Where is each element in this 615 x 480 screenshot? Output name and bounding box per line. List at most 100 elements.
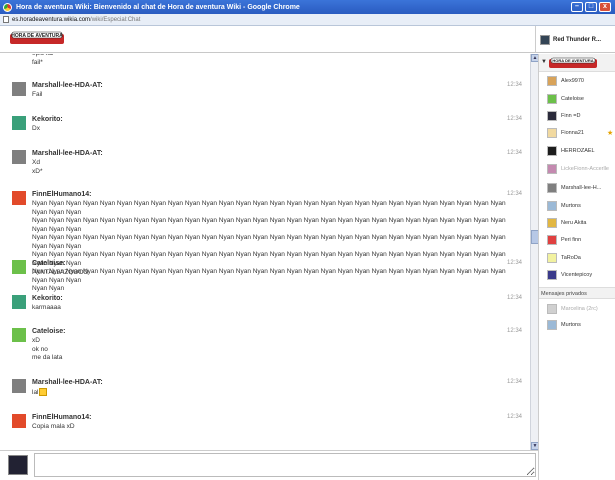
user-name: Murtons — [561, 203, 581, 209]
window-titlebar: Hora de aventura Wiki: Bienvenido al cha… — [0, 0, 615, 14]
message-nick[interactable]: FinnElHumano14: — [32, 414, 92, 421]
message-body: karmaaaa — [32, 304, 522, 313]
message-line: Nyan Nyan Nyan Nyan Nyan Nyan Nyan Nyan … — [32, 217, 506, 233]
user-avatar — [547, 253, 557, 263]
message-line: Dx — [32, 125, 40, 132]
user-name: Marcelina (2rc) — [561, 306, 598, 312]
message-body: Fail — [32, 91, 522, 100]
message-avatar[interactable] — [12, 295, 26, 309]
address-bar[interactable]: es.horadeaventura.wikia.com/wiki/Especia… — [0, 14, 615, 26]
user-avatar — [547, 76, 557, 86]
message-time: 12:34 — [506, 295, 522, 301]
room-logo-text: HORA DE AVENTURA — [552, 58, 593, 63]
message-avatar[interactable] — [12, 82, 26, 96]
message-avatar[interactable] — [12, 116, 26, 130]
user-name: Fionna21 — [561, 130, 584, 136]
user-avatar — [547, 320, 557, 330]
room-logo: HORA DE AVENTURA — [549, 57, 597, 68]
maximize-button[interactable]: □ — [585, 2, 597, 12]
message-avatar[interactable] — [12, 328, 26, 342]
message-body: PANTALLAZOOOO — [32, 269, 522, 278]
user-avatar — [547, 146, 557, 156]
message-body: Dx — [32, 125, 522, 134]
url-path: /wiki/Especial:Chat — [90, 16, 141, 23]
message-line: ok no — [32, 345, 48, 353]
wiki-logo[interactable]: HORA DE AVENTURA — [10, 31, 64, 46]
user-name: Cateloise — [561, 96, 584, 102]
user-name: TaRoDa — [561, 255, 581, 261]
message-time: 12:34 — [506, 328, 522, 334]
message-line: Nyan Nyan — [32, 285, 65, 292]
message-avatar[interactable] — [12, 414, 26, 428]
message-line: Nyan Nyan Nyan Nyan Nyan Nyan Nyan Nyan … — [32, 251, 506, 267]
message-line: Copia mala xD — [32, 423, 75, 430]
message-line: PANTALLAZOOOO — [32, 269, 89, 276]
url-host: es.horadeaventura.wikia.com — [12, 16, 91, 23]
message-body: xD ok no me da lata — [32, 337, 522, 363]
user-avatar — [547, 183, 557, 193]
wiki-room-header[interactable]: ▼ HORA DE AVENTURA — [539, 54, 615, 72]
user-name: Murtons — [561, 322, 581, 328]
chat-scrollbar[interactable]: ▲ ▼ — [530, 54, 539, 450]
message-nick[interactable]: Kekorito: — [32, 295, 63, 302]
message-nick[interactable]: Marshall-lee-HDA-AT: — [32, 379, 103, 386]
current-user-avatar — [540, 34, 550, 45]
user-avatar — [547, 235, 557, 245]
message-nick[interactable]: FinnElHumano14: — [32, 191, 92, 198]
message-body: Nyan Nyan Nyan Nyan Nyan Nyan Nyan Nyan … — [32, 200, 522, 294]
user-avatar — [547, 304, 557, 314]
message-body: Xd xD* — [32, 159, 522, 176]
message-input[interactable] — [34, 453, 536, 477]
message-line: Fail — [32, 91, 43, 98]
message-line: Xd — [32, 159, 40, 166]
minimize-button[interactable]: – — [571, 2, 583, 12]
message-time: 12:34 — [506, 82, 522, 88]
message-nick[interactable]: Marshall-lee-HDA-AT: — [32, 150, 103, 157]
message-line: karmaaaa — [32, 304, 61, 311]
user-name: Vicentepicoy — [561, 272, 593, 278]
message-time: 12:34 — [506, 260, 522, 266]
current-user-box[interactable]: Red Thunder R... — [535, 26, 615, 53]
user-name: Finn =D — [561, 113, 581, 119]
smiley-emoticon-icon — [38, 388, 47, 396]
my-avatar — [8, 455, 28, 475]
page-icon — [3, 16, 9, 23]
message-avatar[interactable] — [12, 379, 26, 393]
message-avatar[interactable] — [12, 260, 26, 274]
close-button[interactable]: x — [599, 2, 611, 12]
chrome-icon — [3, 2, 12, 12]
message-time: 12:34 — [506, 150, 522, 156]
message-body: lal — [32, 388, 522, 397]
message-nick[interactable]: Cateloise: — [32, 328, 65, 335]
message-time: 12:34 — [506, 191, 522, 197]
user-avatar — [547, 218, 557, 228]
message-time: 12:34 — [506, 379, 522, 385]
current-user-name: Red Thunder R... — [553, 36, 601, 43]
chat-log[interactable]: epic xDfail* Marshall-lee-HDA-AT: 12:34 Fai… — [0, 54, 530, 450]
user-name: LickeFionn-Accerlle — [561, 166, 609, 172]
message-line: fail* — [32, 58, 43, 66]
user-avatar — [547, 128, 557, 138]
message-line: xD* — [32, 167, 43, 175]
message-nick[interactable]: Kekorito: — [32, 116, 63, 123]
message-avatar[interactable] — [12, 150, 26, 164]
input-bar — [0, 450, 538, 480]
star-icon: ★ — [607, 130, 614, 137]
user-avatar — [547, 270, 557, 280]
message-nick[interactable]: Marshall-lee-HDA-AT: — [32, 82, 103, 89]
message-time: 12:34 — [506, 116, 522, 122]
collapse-caret-icon[interactable]: ▼ — [541, 59, 547, 65]
message-avatar[interactable] — [12, 191, 26, 205]
user-avatar — [547, 164, 557, 174]
user-avatar — [547, 201, 557, 211]
user-name: Peri finn — [561, 237, 582, 243]
message-line: xD — [32, 337, 40, 344]
message-nick[interactable]: Cateloise: — [32, 260, 65, 267]
window-title: Hora de aventura Wiki: Bienvenido al cha… — [16, 3, 300, 11]
user-avatar — [547, 94, 557, 104]
message-time: 12:34 — [506, 414, 522, 420]
message-line: Nyan Nyan Nyan Nyan Nyan Nyan Nyan Nyan … — [32, 234, 506, 250]
user-list-panel: ▼ HORA DE AVENTURA Mensajes privados Ale… — [538, 54, 615, 480]
user-name: Marshall-lee-H... — [561, 185, 602, 191]
message-body: epic xDfail* — [32, 54, 522, 67]
